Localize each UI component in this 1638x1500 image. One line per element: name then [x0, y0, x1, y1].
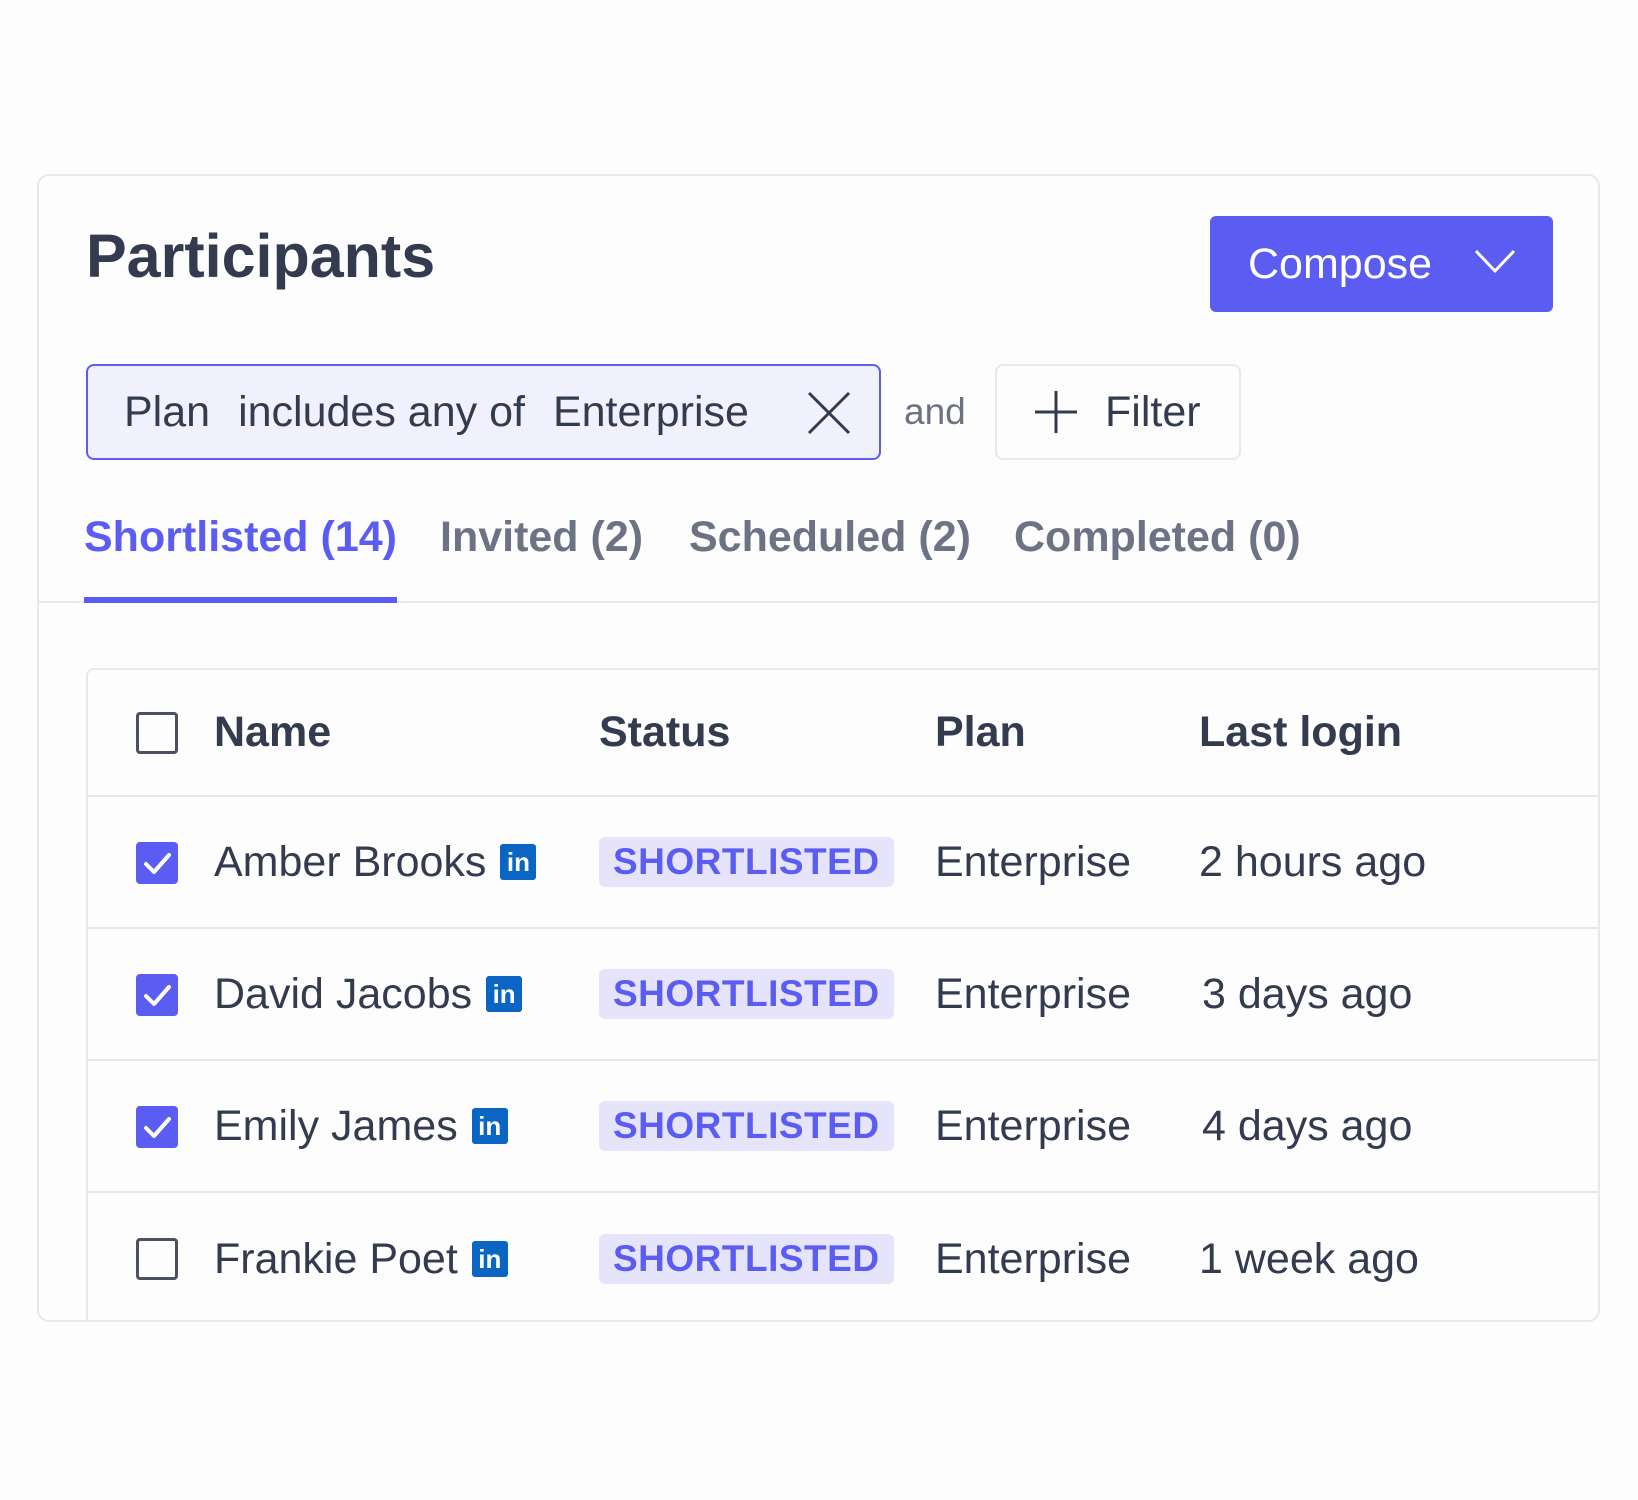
- last-login-cell: 2 hours ago: [1199, 837, 1427, 886]
- table-row[interactable]: Emily James in SHORTLISTED Enterprise 4 …: [88, 1061, 1598, 1193]
- filter-field: Plan: [124, 387, 211, 436]
- participants-table: Name Status Plan Last login Amber Brooks…: [86, 668, 1598, 1320]
- status-badge: SHORTLISTED: [599, 1101, 894, 1151]
- filter-chip[interactable]: Plan includes any of Enterprise: [86, 364, 881, 460]
- tab-scheduled[interactable]: Scheduled (2): [689, 506, 971, 601]
- table-row[interactable]: Amber Brooks in SHORTLISTED Enterprise 2…: [88, 797, 1598, 929]
- participant-name: Frankie Poet: [214, 1234, 458, 1283]
- last-login-cell: 4 days ago: [1202, 1101, 1413, 1150]
- add-filter-label: Filter: [1105, 387, 1201, 436]
- table-row[interactable]: Frankie Poet in SHORTLISTED Enterprise 1…: [88, 1193, 1598, 1320]
- column-header-name: Name: [214, 708, 332, 756]
- participants-card: Participants Compose Plan includes any o…: [37, 174, 1600, 1322]
- last-login-cell: 1 week ago: [1199, 1234, 1419, 1283]
- linkedin-icon[interactable]: in: [500, 844, 537, 880]
- row-checkbox[interactable]: [136, 842, 178, 884]
- filter-operator: includes any of: [238, 387, 525, 436]
- plan-cell: Enterprise: [935, 969, 1131, 1018]
- check-icon: [144, 985, 171, 1006]
- row-checkbox[interactable]: [136, 1238, 178, 1280]
- tab-completed[interactable]: Completed (0): [1014, 506, 1301, 601]
- row-checkbox[interactable]: [136, 974, 178, 1016]
- status-badge: SHORTLISTED: [599, 1234, 894, 1284]
- compose-label: Compose: [1248, 239, 1433, 288]
- plan-cell: Enterprise: [935, 1101, 1131, 1150]
- plan-cell: Enterprise: [935, 1234, 1131, 1283]
- table-header-row: Name Status Plan Last login: [88, 670, 1598, 797]
- close-icon[interactable]: [806, 390, 852, 436]
- chevron-down-icon: [1474, 249, 1516, 274]
- plus-icon: [1035, 391, 1077, 433]
- table-row[interactable]: David Jacobs in SHORTLISTED Enterprise 3…: [88, 929, 1598, 1061]
- status-badge: SHORTLISTED: [599, 837, 894, 887]
- filter-conjunction: and: [904, 391, 966, 432]
- page-title: Participants: [86, 222, 436, 290]
- select-all-checkbox[interactable]: [136, 712, 178, 754]
- tab-shortlisted[interactable]: Shortlisted (14): [84, 506, 397, 603]
- tab-invited[interactable]: Invited (2): [440, 506, 643, 601]
- plan-cell: Enterprise: [935, 837, 1131, 886]
- check-icon: [144, 853, 171, 874]
- status-badge: SHORTLISTED: [599, 969, 894, 1019]
- participant-name: Amber Brooks: [214, 837, 487, 886]
- check-icon: [144, 1117, 171, 1138]
- participant-name: Emily James: [214, 1101, 458, 1150]
- tab-bar: Shortlisted (14) Invited (2) Scheduled (…: [39, 506, 1598, 603]
- linkedin-icon[interactable]: in: [471, 1241, 508, 1277]
- participant-name: David Jacobs: [214, 969, 473, 1018]
- column-header-plan: Plan: [935, 708, 1026, 756]
- row-checkbox[interactable]: [136, 1106, 178, 1148]
- last-login-cell: 3 days ago: [1202, 969, 1413, 1018]
- linkedin-icon[interactable]: in: [486, 976, 523, 1012]
- column-header-last-login: Last login: [1199, 708, 1403, 756]
- linkedin-icon[interactable]: in: [471, 1108, 508, 1144]
- column-header-status: Status: [599, 708, 731, 756]
- add-filter-button[interactable]: Filter: [995, 364, 1241, 460]
- filter-value: Enterprise: [552, 387, 749, 436]
- compose-button[interactable]: Compose: [1210, 216, 1553, 312]
